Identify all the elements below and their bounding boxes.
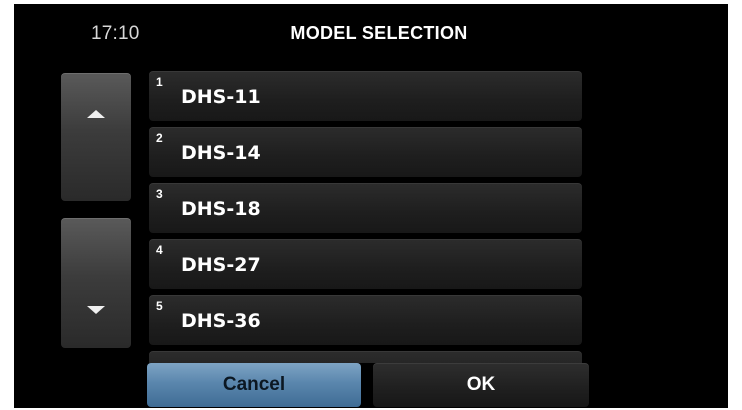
model-item-label: DHS-27 bbox=[181, 254, 261, 276]
model-item-number: 3 bbox=[156, 187, 163, 201]
model-item-5[interactable]: 5 DHS-36 bbox=[149, 295, 582, 345]
model-item-label: DHS-11 bbox=[181, 86, 261, 108]
model-item-3[interactable]: 3 DHS-18 bbox=[149, 183, 582, 233]
ok-button[interactable]: OK bbox=[373, 363, 589, 407]
page-title: MODEL SELECTION bbox=[290, 23, 468, 43]
model-item-number: 4 bbox=[156, 243, 163, 257]
scroll-up-button[interactable] bbox=[61, 73, 131, 201]
model-list: 1 DHS-11 2 DHS-14 3 DHS-18 4 DHS-27 5 DH… bbox=[149, 71, 582, 363]
model-item-2[interactable]: 2 DHS-14 bbox=[149, 127, 582, 177]
triangle-down-icon bbox=[87, 306, 105, 314]
model-item-number: 2 bbox=[156, 131, 163, 145]
model-item-label: DHS-18 bbox=[181, 198, 261, 220]
scroll-down-button[interactable] bbox=[61, 218, 131, 348]
model-item-6[interactable] bbox=[149, 351, 582, 363]
model-item-number: 5 bbox=[156, 299, 163, 313]
model-item-label: DHS-14 bbox=[181, 142, 261, 164]
cancel-button[interactable]: Cancel bbox=[147, 363, 361, 407]
model-item-4[interactable]: 4 DHS-27 bbox=[149, 239, 582, 289]
screen: 17:10 MODEL SELECTION 1 DHS-11 2 DHS-14 … bbox=[14, 4, 728, 408]
model-item-number: 1 bbox=[156, 75, 163, 89]
clock-time: 17:10 bbox=[91, 23, 140, 44]
triangle-up-icon bbox=[87, 110, 105, 118]
model-item-1[interactable]: 1 DHS-11 bbox=[149, 71, 582, 121]
model-item-label: DHS-36 bbox=[181, 310, 261, 332]
